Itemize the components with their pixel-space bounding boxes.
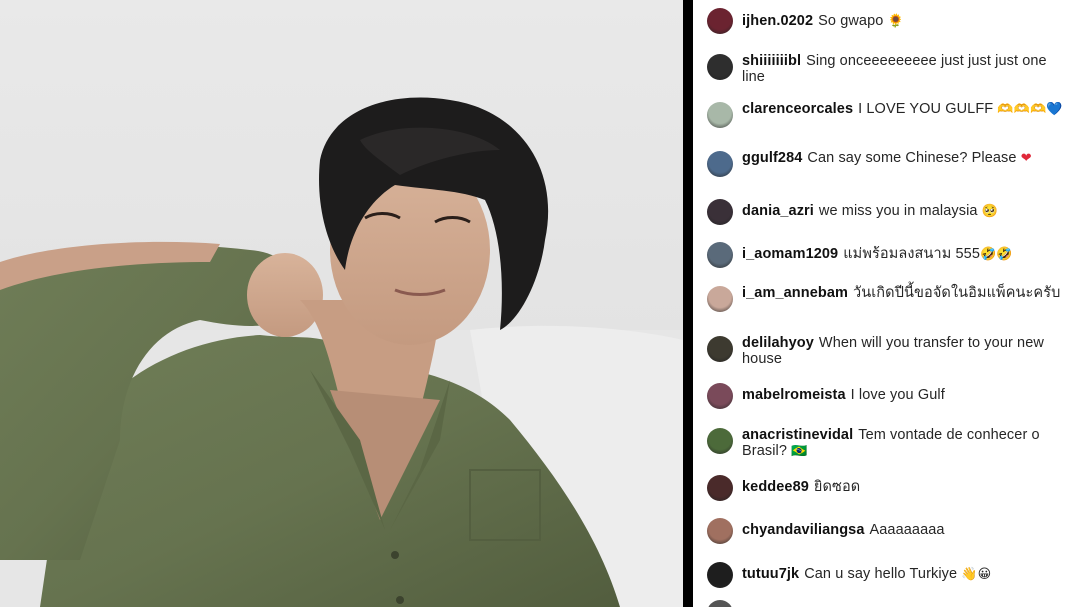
- comment-username[interactable]: ggulf284: [742, 150, 802, 166]
- commenter-avatar[interactable]: [707, 475, 733, 501]
- flag-emoji: 🇧🇷: [791, 443, 808, 459]
- comment-username[interactable]: dania_azri: [742, 203, 814, 219]
- comment-emoji: 🤣🤣: [980, 247, 1013, 262]
- commenter-avatar[interactable]: [707, 54, 733, 80]
- live-comments-panel[interactable]: ijhen.0202 So gwapo 🌻 shiiiiiiibl Sing onc…: [693, 0, 1080, 607]
- commenter-avatar[interactable]: [707, 600, 733, 607]
- comment-username[interactable]: i_aomam1209: [742, 246, 838, 262]
- live-video-feed[interactable]: [0, 0, 683, 607]
- comment-emoji: 👋😀: [961, 567, 992, 582]
- comment-username[interactable]: ijhen.0202: [742, 13, 813, 29]
- comment-username[interactable]: anacristinevidal: [742, 427, 853, 443]
- comment-text: แม่พร้อมลงสนาม 555: [843, 246, 980, 262]
- commenter-avatar[interactable]: [707, 562, 733, 588]
- commenter-avatar[interactable]: [707, 518, 733, 544]
- comment-username[interactable]: i_am_annebam: [742, 285, 848, 301]
- comment-emoji: 🌻: [887, 14, 904, 29]
- comment-username[interactable]: shiiiiiiibl: [742, 53, 801, 69]
- commenter-avatar[interactable]: [707, 383, 733, 409]
- comment-username[interactable]: keddee89: [742, 479, 809, 495]
- commenter-avatar[interactable]: [707, 199, 733, 225]
- comment-username[interactable]: clarenceorcales: [742, 101, 853, 117]
- commenter-avatar[interactable]: [707, 151, 733, 177]
- heart-emoji: ❤: [1020, 151, 1032, 166]
- comment-username[interactable]: delilahyoy: [742, 335, 814, 351]
- commenter-avatar[interactable]: [707, 8, 733, 34]
- comment-username[interactable]: tutuu7jk: [742, 566, 799, 582]
- comment-text: Can say some Chinese? Please: [807, 150, 1017, 166]
- comment-text: I LOVE YOU GULFF: [858, 101, 994, 117]
- comment-username[interactable]: chyandaviliangsa: [742, 522, 865, 538]
- comment-text: So gwapo: [818, 13, 884, 29]
- comment-emoji: 🥺: [981, 204, 998, 219]
- panel-divider: [683, 0, 693, 607]
- comment-username[interactable]: mabelromeista: [742, 387, 846, 403]
- commenter-avatar[interactable]: [707, 102, 733, 128]
- comment-text: วันเกิดปีนี้ขอจัดในอิมแพ็คนะครับ: [852, 285, 1061, 301]
- commenter-avatar[interactable]: [707, 286, 733, 312]
- comment-text: we miss you in malaysia: [818, 203, 978, 219]
- streamer-video-frame: [0, 97, 683, 607]
- comment-text: I love you Gulf: [850, 387, 945, 403]
- commenter-avatar[interactable]: [707, 336, 733, 362]
- comment-text: Aaaaaaaaa: [869, 522, 945, 538]
- comment-text: ยิดซอด: [813, 479, 861, 495]
- commenter-avatar[interactable]: [707, 428, 733, 454]
- commenter-avatar[interactable]: [707, 242, 733, 268]
- comment-text: Can u say hello Turkiye: [804, 566, 958, 582]
- comment-emoji: 🫶🫶🫶💙: [997, 102, 1063, 117]
